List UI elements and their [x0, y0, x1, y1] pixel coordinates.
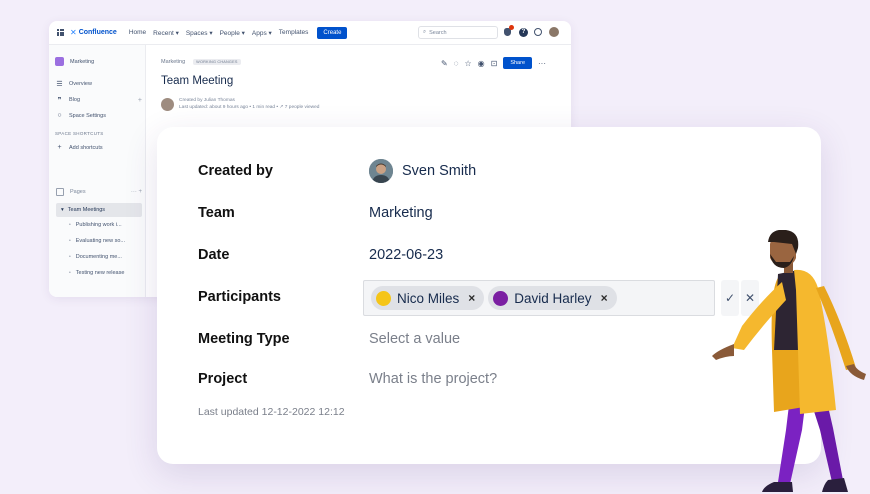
- participant-avatar: [493, 290, 509, 306]
- nav-people[interactable]: People ▾: [220, 29, 245, 37]
- nav-home[interactable]: Home: [129, 29, 146, 36]
- user-avatar[interactable]: [549, 27, 559, 37]
- bullet-icon: •: [69, 254, 71, 260]
- remove-participant-icon[interactable]: ×: [601, 291, 608, 305]
- settings-gear-icon[interactable]: [534, 28, 542, 36]
- help-icon[interactable]: ?: [519, 28, 528, 37]
- participant-name: David Harley: [514, 290, 592, 306]
- pages-icon: [56, 188, 64, 196]
- app-switcher-icon[interactable]: [57, 29, 64, 36]
- restrictions-icon[interactable]: ⊡: [491, 59, 498, 68]
- add-shortcut-link[interactable]: + Add shortcuts: [56, 144, 103, 151]
- share-button[interactable]: Share: [503, 57, 533, 69]
- tree-item-label: Evaluating new so...: [75, 238, 125, 244]
- nav-apps[interactable]: Apps ▾: [252, 29, 272, 37]
- sidebar-item-label: Overview: [69, 81, 92, 87]
- shortcuts-heading: SPACE SHORTCUTS: [55, 131, 104, 136]
- meeting-type-label: Meeting Type: [198, 331, 290, 347]
- tree-item-label: Publishing work i...: [75, 222, 122, 228]
- nav-templates[interactable]: Templates: [279, 29, 309, 36]
- participant-chip: David Harley ×: [488, 286, 617, 310]
- status-badge: WORKING CHANGES: [193, 59, 241, 65]
- search-icon: ⌕: [423, 29, 427, 35]
- tree-item[interactable]: • Publishing work i...: [69, 222, 122, 228]
- participant-chip: Nico Miles ×: [371, 286, 485, 310]
- confluence-mark-icon: ✕: [70, 28, 77, 37]
- tree-item-label: Documenting me...: [75, 254, 122, 260]
- tree-item-label: Testing new release: [75, 270, 125, 276]
- overview-icon: ☰: [56, 81, 63, 88]
- project-label: Project: [198, 371, 248, 387]
- participants-input[interactable]: Nico Miles × David Harley ×: [363, 280, 715, 316]
- breadcrumb-space[interactable]: Marketing: [161, 59, 185, 65]
- pages-more-icon[interactable]: ··· +: [131, 189, 142, 195]
- search-placeholder: Search: [429, 29, 447, 36]
- sidebar-item-space-settings[interactable]: ○ Space Settings: [56, 112, 106, 119]
- page-title: Team Meeting: [161, 75, 234, 87]
- tree-item[interactable]: • Evaluating new so...: [69, 238, 125, 244]
- team-value[interactable]: Marketing: [369, 205, 433, 221]
- author-avatar[interactable]: [161, 97, 174, 111]
- space-sidebar: Marketing ☰ Overview ❞ Blog + ○ Space Se…: [49, 45, 146, 297]
- participant-name: Nico Miles: [397, 290, 460, 306]
- sidebar-item-label: Space Settings: [69, 112, 106, 119]
- settings-icon: ○: [57, 112, 62, 119]
- page-meta: Last updated: about 9 hours ago • 1 min …: [179, 105, 320, 110]
- confluence-logo[interactable]: ✕ Confluence: [70, 28, 117, 37]
- pages-header[interactable]: Pages ··· +: [56, 188, 142, 196]
- created-by-value[interactable]: Sven Smith: [369, 159, 476, 183]
- project-input[interactable]: What is the project?: [369, 371, 497, 387]
- bullet-icon: •: [69, 222, 71, 228]
- add-shortcut-label: Add shortcuts: [69, 144, 103, 151]
- search-input[interactable]: ⌕ Search: [418, 26, 498, 39]
- nav-spaces[interactable]: Spaces ▾: [186, 29, 213, 37]
- comment-icon[interactable]: ◌: [454, 59, 459, 68]
- page-byline: Created by Julian Thomas Last updated: a…: [161, 97, 319, 111]
- edit-pencil-icon[interactable]: ✎: [441, 59, 448, 68]
- star-icon[interactable]: ☆: [464, 59, 471, 68]
- tree-item-team-meetings[interactable]: ▾ Team Meetings: [56, 203, 142, 217]
- notification-badge: [509, 25, 514, 30]
- chevron-down-icon: ▾: [61, 207, 64, 213]
- date-label: Date: [198, 247, 230, 263]
- tree-item[interactable]: • Testing new release: [69, 270, 124, 276]
- meeting-type-select[interactable]: Select a value: [369, 331, 460, 347]
- create-button[interactable]: Create: [317, 26, 348, 39]
- sidebar-item-blog[interactable]: ❞ Blog +: [56, 96, 142, 105]
- participant-avatar: [376, 290, 391, 306]
- add-blog-icon[interactable]: +: [138, 97, 142, 104]
- bullet-icon: •: [69, 270, 71, 276]
- space-header[interactable]: Marketing: [55, 57, 94, 66]
- bullet-icon: •: [69, 238, 71, 244]
- walking-person-illustration: [712, 230, 866, 492]
- last-updated-text: Last updated 12-12-2022 12:12: [198, 406, 345, 418]
- created-by-label: Created by: [198, 163, 273, 179]
- user-avatar: [369, 159, 393, 183]
- pages-label: Pages: [70, 189, 86, 195]
- page-actions: ✎ ◌ ☆ ◉ ⊡ Share ···: [441, 57, 546, 69]
- remove-participant-icon[interactable]: ×: [468, 291, 475, 305]
- sidebar-item-label: Blog: [69, 97, 81, 103]
- date-value[interactable]: 2022-06-23: [369, 247, 443, 263]
- breadcrumb: Marketing WORKING CHANGES: [161, 59, 241, 65]
- quote-icon: ❞: [57, 97, 62, 104]
- nav-recent[interactable]: Recent ▾: [153, 29, 179, 37]
- space-logo-icon: [55, 57, 64, 66]
- sidebar-item-overview[interactable]: ☰ Overview: [56, 80, 92, 88]
- tree-item-label: Team Meetings: [67, 207, 106, 213]
- tree-item[interactable]: • Documenting me...: [69, 254, 122, 260]
- created-by-name: Sven Smith: [402, 163, 477, 179]
- author-line: Created by Julian Thomas: [179, 98, 235, 103]
- plus-icon: +: [57, 144, 62, 151]
- space-name: Marketing: [70, 58, 95, 65]
- team-label: Team: [198, 205, 235, 221]
- watch-eye-icon[interactable]: ◉: [478, 59, 485, 68]
- more-actions-icon[interactable]: ···: [538, 59, 546, 68]
- participants-label: Participants: [198, 289, 281, 305]
